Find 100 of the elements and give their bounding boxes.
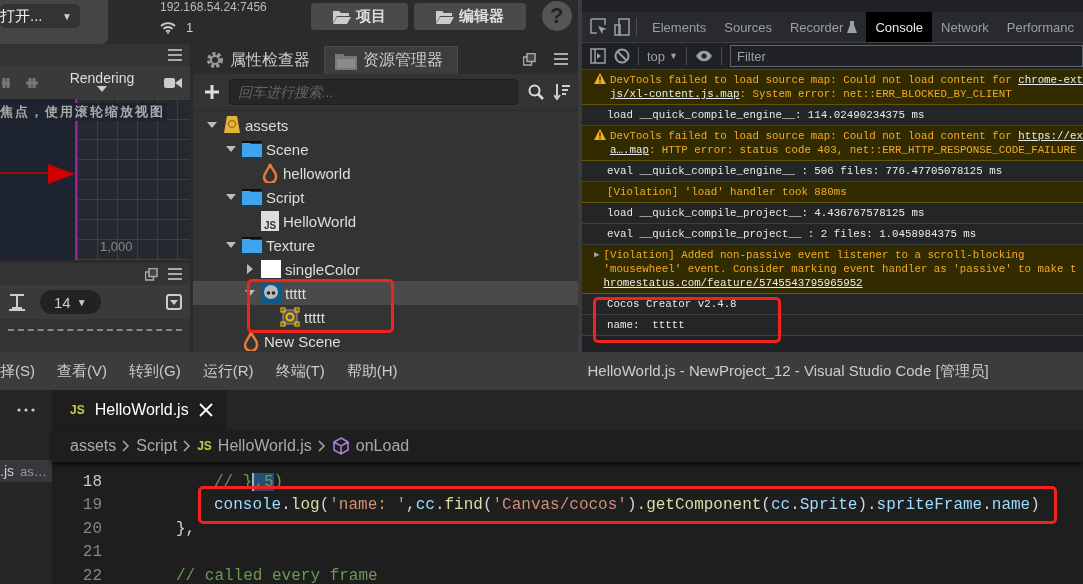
console-message: load __quick_compile_project__: 4.436767578125 ms xyxy=(607,206,925,220)
sidebar-toggle-icon xyxy=(590,48,606,64)
collapse-arrow-icon xyxy=(226,192,236,202)
open-dropdown[interactable]: 打开... ▼ xyxy=(0,4,80,28)
ruler-label: 1,000 xyxy=(100,239,133,254)
breadcrumb[interactable]: JS HelloWorld.js xyxy=(197,437,312,455)
line-number: 19 xyxy=(81,496,102,515)
toolbar-button[interactable]: 项目 xyxy=(310,3,408,30)
expand-arrow-icon xyxy=(245,264,255,274)
popout-icon xyxy=(523,53,536,66)
devtools-tab[interactable]: Elements xyxy=(643,12,716,42)
console-message: [Violation] 'load' handler took 880ms xyxy=(607,185,847,199)
console-link[interactable]: https://ex xyxy=(1018,130,1083,142)
devtools-tab[interactable]: Network xyxy=(932,12,998,42)
line-number: 18 xyxy=(81,472,102,491)
devtools-tab[interactable]: Console xyxy=(866,12,933,42)
folder-icon xyxy=(242,237,262,253)
flame-icon xyxy=(242,331,260,351)
tree-item[interactable]: Scene xyxy=(193,137,578,161)
folder-icon xyxy=(335,51,357,70)
database-icon xyxy=(223,115,241,135)
search-field[interactable]: 回车进行搜索... xyxy=(229,79,518,105)
menu-icon xyxy=(168,49,182,61)
collapse-icon xyxy=(166,294,182,310)
collapse-arrow-icon xyxy=(207,120,217,130)
console-link[interactable]: hromestatus.com/feature/5745543795965952 xyxy=(603,277,863,289)
line-number: 21 xyxy=(81,543,102,562)
sprite-thumbnail-icon xyxy=(261,283,281,303)
menu-item[interactable]: 转到(G) xyxy=(129,361,181,381)
panel-tab[interactable]: 资源管理器 xyxy=(324,46,458,74)
sprite-frame-icon xyxy=(280,307,300,327)
menu-item[interactable]: 终端(T) xyxy=(275,361,325,381)
collapse-arrow-icon xyxy=(226,144,236,154)
tree-item[interactable]: singleColor xyxy=(193,257,578,281)
font-size-dropdown[interactable]: 14 ▼ xyxy=(40,290,101,314)
line-number: 22 xyxy=(81,566,102,584)
eye-icon xyxy=(695,50,713,62)
gear-icon xyxy=(206,51,224,69)
folder-icon xyxy=(242,189,262,205)
flame-icon xyxy=(261,163,279,183)
tree-item[interactable]: ttttt xyxy=(193,281,578,305)
tree-item[interactable]: New Scene xyxy=(193,329,578,352)
folder-icon xyxy=(242,141,262,157)
folder-icon xyxy=(435,9,454,24)
render-mode-label[interactable]: Rendering xyxy=(69,69,135,86)
tree-item[interactable]: assets xyxy=(193,113,578,137)
menu-item[interactable]: 查看(V) xyxy=(57,361,107,381)
folder-icon xyxy=(332,9,351,24)
panel-tab[interactable]: 属性检查器 xyxy=(196,46,324,74)
tree-item[interactable]: Texture xyxy=(193,233,578,257)
chevron-icon xyxy=(122,440,131,452)
wifi-icon xyxy=(160,21,176,34)
console-message: name: ttttt xyxy=(607,318,685,332)
devtools-tab[interactable]: Performanc xyxy=(997,12,1083,42)
breadcrumb[interactable]: Script xyxy=(136,437,178,455)
device-icon xyxy=(614,18,631,36)
menu-item[interactable]: 运行(R) xyxy=(202,361,254,381)
console-link[interactable]: a….map xyxy=(610,144,649,156)
texture-icon xyxy=(261,260,281,278)
popout-icon xyxy=(145,267,158,281)
devtools-tab[interactable]: Recorder xyxy=(780,12,867,42)
tree-item[interactable]: JS HelloWorld xyxy=(193,209,578,233)
console-link[interactable]: js/xl-content.js.map xyxy=(610,88,740,100)
scene-hint: 焦点，使用滚轮缩放视图 xyxy=(0,103,167,121)
menu-icon xyxy=(168,268,182,280)
collapse-arrow-icon xyxy=(245,288,255,298)
code-line: // called every frame xyxy=(176,565,378,584)
console-link[interactable]: chrome-ext xyxy=(1018,74,1083,86)
breadcrumb[interactable]: assets xyxy=(70,437,117,455)
expand-toggle[interactable]: ▶ xyxy=(594,248,600,290)
tree-item[interactable]: helloworld xyxy=(193,161,578,185)
warning-icon xyxy=(594,129,606,140)
camera-icon xyxy=(164,75,182,90)
axis-arrow-icon xyxy=(0,161,75,187)
editor-tab[interactable]: JS HelloWorld.js xyxy=(52,390,227,430)
chevron-icon xyxy=(183,440,192,452)
breadcrumb[interactable]: onLoad xyxy=(331,437,410,455)
search-icon xyxy=(528,84,544,100)
cube-icon xyxy=(331,437,350,455)
line-number: 20 xyxy=(81,519,102,538)
toolbar-button[interactable]: 编辑器 xyxy=(413,3,526,30)
text-size-icon xyxy=(8,293,26,311)
more-icon xyxy=(17,408,35,412)
console-message: [Violation] Added non-passive event listener to a scroll-blocking 'mousewheel' event. Consider marking event handler as 'passive' to make t hromestatus.com/feature/5745543795965952 xyxy=(603,248,1077,290)
inspect-icon xyxy=(590,18,608,36)
tree-item[interactable]: ttttt xyxy=(193,305,578,329)
menu-icon xyxy=(554,53,568,65)
plus-icon xyxy=(205,85,219,99)
filter-field[interactable]: Filter xyxy=(730,45,1083,67)
js-file-icon: JS xyxy=(261,211,279,231)
open-editor-item[interactable]: .js as… xyxy=(0,460,52,482)
tree-item[interactable]: Script xyxy=(193,185,578,209)
console-message: DevTools failed to load source map: Could not load content for https://ex a….map: HTTP error: status code 403, net::ERR_HTTP_RESPONSE_CODE_FAILURE xyxy=(610,129,1083,157)
menu-item[interactable]: 帮助(H) xyxy=(346,361,398,381)
menu-item[interactable]: 择(S) xyxy=(0,361,35,381)
clear-icon xyxy=(614,48,630,64)
devtools-tab[interactable]: Sources xyxy=(715,12,781,42)
context-dropdown[interactable]: top ▼ xyxy=(647,48,678,64)
flask-icon xyxy=(847,21,858,33)
collapse-arrow-icon xyxy=(226,240,236,250)
